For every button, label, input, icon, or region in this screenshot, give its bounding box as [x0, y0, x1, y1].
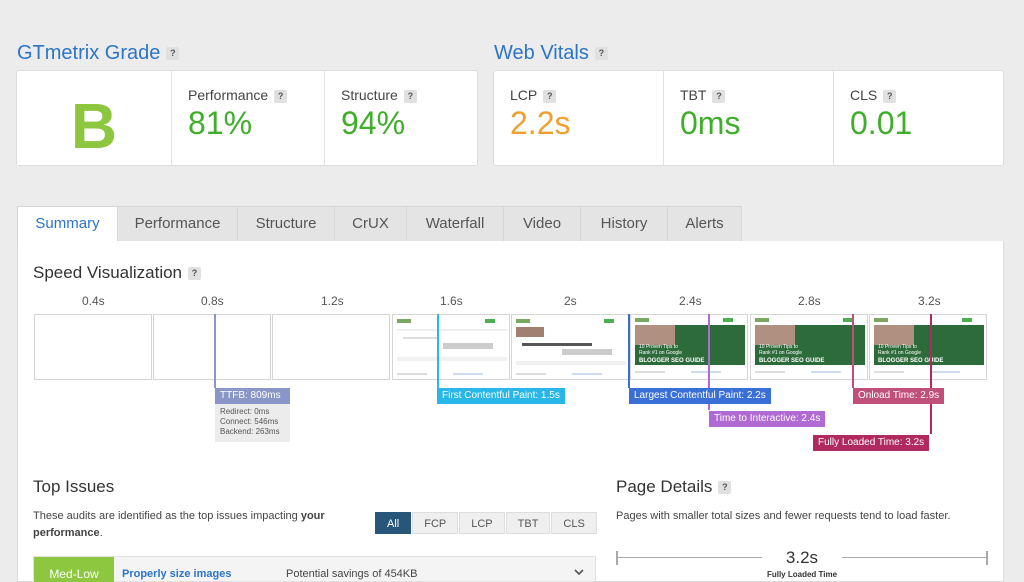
top-issues-description: These audits are identified as the top i… — [33, 510, 325, 539]
help-icon[interactable]: ? — [718, 481, 732, 495]
page-preview-thumbnail: 10 Proven Tips to Rank #1 on Google BLOG… — [874, 318, 984, 373]
time-label: 1.6s — [440, 294, 463, 308]
filter-all[interactable]: All — [375, 512, 412, 534]
filter-fcp[interactable]: FCP — [412, 512, 459, 534]
time-label: 0.4s — [82, 294, 105, 308]
gtmetrix-grade-title: GTmetrix Grade? — [17, 42, 180, 65]
range-end-tick — [986, 551, 988, 565]
help-icon[interactable]: ? — [188, 267, 202, 281]
grade-letter: B — [70, 90, 118, 162]
tab-summary[interactable]: Summary — [17, 206, 118, 242]
thumb-text: BLOGGER SEO GUIDE — [878, 358, 943, 364]
lcp-marker-line — [628, 314, 630, 388]
performance-score: Performance? 81% — [171, 71, 324, 165]
filmstrip-frame[interactable] — [153, 314, 271, 380]
grade-cell: B — [17, 71, 171, 165]
filmstrip-frame[interactable] — [272, 314, 390, 380]
filmstrip-frame[interactable]: 10 Proven Tips to Rank #1 on Google BLOG… — [869, 314, 987, 380]
report-tabs: Summary Performance Structure CrUX Water… — [17, 206, 742, 242]
thumb-text: BLOGGER SEO GUIDE — [759, 358, 824, 364]
tab-waterfall[interactable]: Waterfall — [407, 206, 504, 242]
tbt-value: 0ms — [680, 105, 741, 141]
thumb-text: Rank #1 on Google — [878, 350, 921, 356]
tab-history[interactable]: History — [581, 206, 668, 242]
fcp-marker-line — [437, 314, 439, 388]
time-label: 2.8s — [798, 294, 821, 308]
filmstrip-frame[interactable] — [392, 314, 510, 380]
speed-visualization-title: Speed Visualization? — [33, 263, 202, 283]
tab-performance[interactable]: Performance — [118, 206, 238, 242]
cls-metric: CLS? 0.01 — [833, 71, 1003, 165]
time-label: 1.2s — [321, 294, 344, 308]
filter-lcp[interactable]: LCP — [459, 512, 505, 534]
filmstrip-frame[interactable]: 10 Proven Tips to Rank #1 on Google BLOG… — [750, 314, 868, 380]
tab-video[interactable]: Video — [504, 206, 581, 242]
lcp-metric: LCP? 2.2s — [494, 71, 663, 165]
page-details-description: Pages with smaller total sizes and fewer… — [616, 510, 951, 522]
severity-badge: Med-Low — [34, 557, 114, 582]
chevron-down-icon[interactable] — [574, 564, 584, 576]
tab-alerts[interactable]: Alerts — [668, 206, 742, 242]
time-label: 2.4s — [679, 294, 702, 308]
page-preview-thumbnail — [397, 319, 507, 375]
time-label: 2s — [564, 294, 577, 308]
range-start-tick — [616, 551, 618, 565]
issue-row[interactable]: Med-Low Properly size images Potential s… — [33, 556, 596, 582]
issue-savings: Potential savings of 454KB — [286, 568, 418, 580]
thumb-text: Rank #1 on Google — [639, 350, 682, 356]
fcp-tag: First Contentful Paint: 1.5s — [437, 388, 565, 404]
lcp-tag: Largest Contentful Paint: 2.2s — [629, 388, 771, 404]
issue-filters: All FCP LCP TBT CLS — [375, 512, 598, 534]
structure-value: 94% — [341, 105, 406, 141]
fully-loaded-marker-line — [930, 314, 932, 434]
top-issues-title: Top Issues — [33, 477, 115, 496]
help-icon[interactable]: ? — [403, 89, 417, 103]
filter-tbt[interactable]: TBT — [505, 512, 551, 534]
filter-cls[interactable]: CLS — [551, 512, 597, 534]
page-preview-thumbnail: 10 Proven Tips to Rank #1 on Google BLOG… — [755, 318, 865, 373]
page-preview-thumbnail: 10 Proven Tips to Rank #1 on Google BLOG… — [635, 318, 745, 373]
fully-loaded-value: 3.2s — [762, 548, 842, 568]
tab-crux[interactable]: CrUX — [335, 206, 407, 242]
thumb-text: BLOGGER SEO GUIDE — [639, 358, 704, 364]
filmstrip-frame[interactable] — [34, 314, 152, 380]
web-vitals-card: LCP? 2.2s TBT? 0ms CLS? 0.01 — [493, 70, 1004, 166]
help-icon[interactable]: ? — [166, 47, 180, 61]
ttfb-details: Redirect: 0ms Connect: 546ms Backend: 26… — [215, 404, 290, 442]
performance-value: 81% — [188, 105, 253, 141]
page-preview-thumbnail — [516, 319, 626, 375]
help-icon[interactable]: ? — [543, 89, 557, 103]
ttfb-marker-line — [214, 314, 216, 388]
onload-marker-line — [852, 314, 854, 388]
issue-name[interactable]: Properly size images — [122, 568, 231, 580]
fully-loaded-tag: Fully Loaded Time: 3.2s — [813, 435, 930, 451]
help-icon[interactable]: ? — [594, 47, 608, 61]
help-icon[interactable]: ? — [274, 89, 288, 103]
cls-value: 0.01 — [850, 105, 913, 141]
onload-tag: Onload Time: 2.9s — [853, 388, 945, 404]
help-icon[interactable]: ? — [712, 89, 726, 103]
tab-structure[interactable]: Structure — [238, 206, 335, 242]
time-label: 3.2s — [918, 294, 941, 308]
structure-score: Structure? 94% — [324, 71, 477, 165]
filmstrip-frame[interactable] — [511, 314, 629, 380]
time-label: 0.8s — [201, 294, 224, 308]
grade-card: B Performance? 81% Structure? 94% — [16, 70, 478, 166]
web-vitals-title: Web Vitals? — [494, 42, 608, 65]
tbt-metric: TBT? 0ms — [663, 71, 833, 165]
fully-loaded-label: Fully Loaded Time — [766, 570, 838, 579]
tti-tag: Time to Interactive: 2.4s — [709, 411, 826, 427]
ttfb-tag: TTFB: 809ms — [215, 388, 290, 404]
filmstrip-frame[interactable]: 10 Proven Tips to Rank #1 on Google BLOG… — [630, 314, 748, 380]
help-icon[interactable]: ? — [883, 89, 897, 103]
page-details-title: Page Details? — [616, 477, 732, 497]
lcp-value: 2.2s — [510, 105, 571, 141]
thumb-text: Rank #1 on Google — [759, 350, 802, 356]
